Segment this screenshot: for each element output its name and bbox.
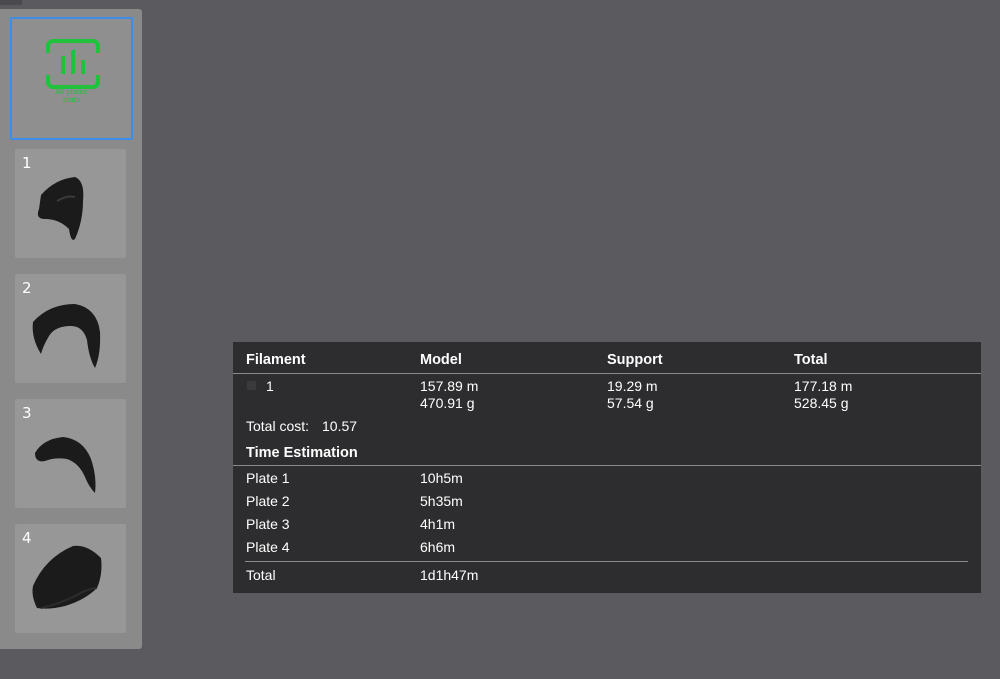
time-total-label: Total [246,567,276,583]
all-plates-stats-thumbnail[interactable]: All plates stats [10,17,133,140]
total-length: 177.18 m [794,378,853,394]
header-divider [233,373,981,374]
support-length: 19.29 m [607,378,658,394]
total-column-header: Total [794,352,828,368]
time-row-value: 6h6m [420,539,456,555]
plate-2-model-preview [32,304,101,368]
plate-thumbnail-2[interactable]: 2 [15,274,126,383]
all-plates-label-line2: stats [62,96,81,104]
support-weight: 57.54 g [607,395,654,411]
plate-thumbnail-3[interactable]: 3 [15,399,126,508]
plate-thumbnail-1[interactable]: 1 [15,149,126,258]
plate-1-model-preview [37,177,84,240]
filament-id: 1 [266,378,274,394]
time-row-value: 4h1m [420,516,456,532]
plate-4-model-preview [32,545,102,609]
time-total-value: 1d1h47m [420,567,479,583]
model-weight: 470.91 g [420,395,475,411]
filament-color-swatch [247,381,256,390]
stats-icon [46,39,100,89]
plates-sidebar: All plates stats 1 2 3 4 [0,9,142,649]
all-plates-label-line1: All plates [55,88,88,96]
slice-statistics-panel: Filament Model Support Total 1 157.89 m … [233,342,981,593]
time-total-divider [245,561,968,562]
total-weight: 528.45 g [794,395,849,411]
total-cost-value: 10.57 [322,418,358,434]
time-row-label: Plate 1 [246,470,290,486]
time-row-value: 5h35m [420,493,463,509]
time-row-value: 10h5m [420,470,463,486]
support-column-header: Support [607,352,663,368]
model-length: 157.89 m [420,378,479,394]
filament-column-header: Filament [246,352,306,368]
time-estimation-divider [233,465,981,466]
plate-thumbnail-4[interactable]: 4 [15,524,126,633]
time-estimation-title: Time Estimation [246,445,358,461]
plate-3-model-preview [35,437,96,493]
window-corner-mark [0,0,22,5]
time-row-label: Plate 3 [246,516,290,532]
model-column-header: Model [420,352,462,368]
total-cost-label: Total cost: [246,418,310,434]
time-row-label: Plate 4 [246,539,290,555]
time-row-label: Plate 2 [246,493,290,509]
all-plates-stats-label: All plates stats [12,88,131,104]
